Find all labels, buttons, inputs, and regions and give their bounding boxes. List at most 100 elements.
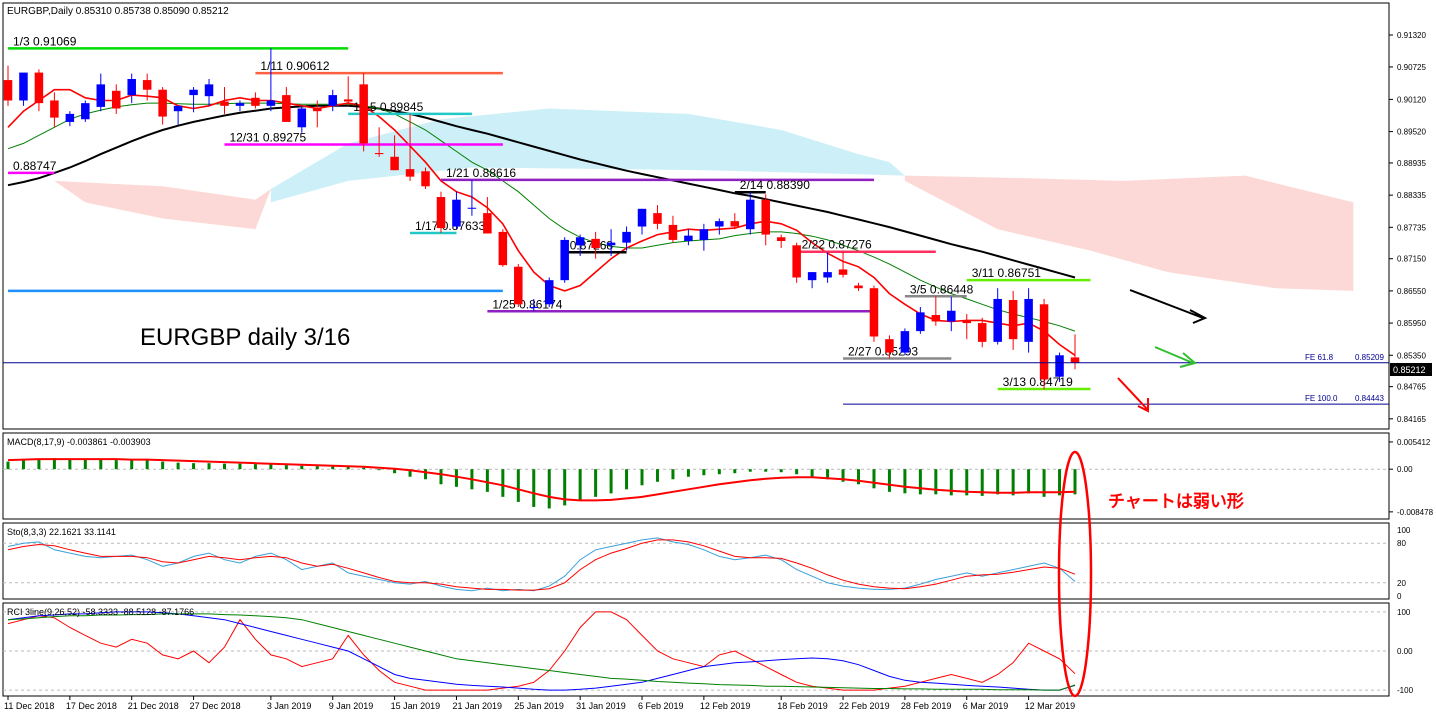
x-tick-label: 18 Feb 2019 — [777, 701, 828, 711]
candle-body — [699, 229, 709, 240]
candle-body — [916, 312, 925, 332]
candle-body — [885, 339, 894, 353]
candle-body — [483, 213, 492, 234]
candle-body — [684, 235, 693, 242]
candle-body — [374, 153, 384, 155]
y-tick-label: 0.89520 — [1397, 128, 1426, 137]
candle-body — [993, 298, 1002, 342]
candle-body — [962, 320, 972, 324]
candle-body — [1039, 304, 1049, 380]
fib-label: FE 100.0 — [1305, 394, 1338, 403]
candle-body — [204, 84, 214, 97]
rci-y-tick-label: 0.00 — [1397, 647, 1413, 656]
main-header: EURGBP,Daily 0.85310 0.85738 0.85090 0.8… — [7, 6, 229, 17]
y-tick-label: 0.86550 — [1397, 287, 1426, 296]
sto-y-tick-label: 20 — [1397, 579, 1406, 588]
candle-body — [931, 315, 941, 322]
y-tick-label: 0.90120 — [1397, 95, 1426, 104]
x-tick-label: 12 Feb 2019 — [700, 701, 751, 711]
candle-body — [544, 280, 554, 305]
y-tick-label: 0.84165 — [1397, 415, 1426, 424]
candle-body — [715, 221, 724, 227]
x-tick-label: 12 Mar 2019 — [1025, 701, 1076, 711]
annotation-label: 3/13 0.84719 — [1003, 375, 1073, 389]
candle-body — [297, 108, 307, 128]
fib-label: FE 61.8 — [1305, 353, 1334, 362]
annotation-label: 12/31 0.89275 — [229, 130, 306, 144]
candle-body — [3, 80, 13, 101]
x-tick-label: 6 Feb 2019 — [638, 701, 684, 711]
x-tick-label: 22 Feb 2019 — [839, 701, 890, 711]
macd-note: チャートは弱い形 — [1108, 491, 1244, 511]
macd-header: MACD(8,17,9) -0.003861 -0.003903 — [7, 437, 151, 447]
candle-body — [359, 84, 368, 144]
candle-body — [498, 231, 508, 266]
candle-body — [142, 80, 152, 90]
annotation-label: 2/22 0.87276 — [802, 238, 872, 252]
macd-y-tick-label: 0.00 — [1397, 465, 1413, 474]
sto-y-tick-label: 0 — [1397, 592, 1402, 601]
candle-body — [421, 171, 430, 187]
x-axis: 11 Dec 2018 17 Dec 2018 21 Dec 2018 27 Dec … — [4, 696, 1075, 711]
rci-header: RCI 3line(9,26,52) -58.3333 -88.5128 -87… — [7, 607, 194, 617]
candle-body — [730, 221, 740, 227]
rci-y-tick-label: 100 — [1397, 608, 1411, 617]
candle-body — [854, 285, 863, 289]
annotation-label: 1/21 0.88616 — [446, 166, 516, 180]
x-tick-label: 27 Dec 2018 — [190, 701, 241, 711]
candle-body — [328, 95, 337, 106]
annotation-label: 3/5 0.86448 — [910, 282, 974, 296]
candle-body — [343, 99, 353, 102]
y-tick-label: 0.87150 — [1397, 255, 1426, 264]
candle-body — [313, 108, 322, 112]
candle-body — [251, 97, 260, 106]
candle-body — [637, 208, 647, 227]
candle-body — [266, 100, 276, 106]
candle-body — [220, 101, 229, 106]
fib-value: 0.84443 — [1355, 394, 1384, 403]
x-tick-label: 21 Dec 2018 — [128, 701, 179, 711]
current-price-tag: 0.85212 — [1393, 365, 1426, 375]
rci-y-tick-label: -100 — [1397, 686, 1414, 695]
x-tick-label: 9 Jan 2019 — [329, 701, 374, 711]
y-tick-label: 0.90725 — [1397, 63, 1426, 72]
x-tick-label: 6 Mar 2019 — [963, 701, 1009, 711]
candle-body — [158, 89, 167, 117]
stochastic-header: Sto(8,3,3) 22.1621 33.1141 — [7, 527, 116, 537]
annotation-label: 0.88747 — [13, 159, 57, 173]
sto-y-tick-label: 100 — [1397, 526, 1411, 535]
candle-body — [900, 331, 910, 353]
candle-body — [668, 224, 678, 240]
candle-body — [96, 84, 106, 107]
candle-body — [653, 213, 662, 224]
candle-body — [436, 197, 446, 229]
x-tick-label: 25 Jan 2019 — [514, 701, 564, 711]
x-tick-label: 17 Dec 2018 — [66, 701, 117, 711]
y-tick-label: 0.88935 — [1397, 159, 1426, 168]
candle-body — [560, 239, 569, 281]
x-tick-label: 3 Jan 2019 — [267, 701, 312, 711]
candle-body — [807, 272, 817, 281]
candle-body — [189, 89, 198, 96]
y-tick-label: 0.84765 — [1397, 383, 1426, 392]
candle-body — [111, 90, 121, 109]
candle-body — [776, 237, 786, 242]
y-tick-label: 0.91320 — [1397, 31, 1426, 40]
x-tick-label: 31 Jan 2019 — [576, 701, 626, 711]
candle-body — [606, 242, 616, 246]
x-tick-label: 28 Feb 2019 — [901, 701, 952, 711]
candle-body — [127, 79, 136, 96]
candle-body — [1055, 355, 1064, 377]
candle-body — [591, 238, 600, 248]
candle-body — [1008, 300, 1018, 340]
annotation-label: 1/3 0.91069 — [13, 34, 77, 48]
y-tick-label: 0.88335 — [1397, 191, 1426, 200]
candle-body — [575, 237, 585, 246]
candle-body — [746, 199, 755, 230]
candle-body — [977, 323, 987, 342]
candle-body — [390, 156, 399, 171]
annotation-label: 2/14 0.88390 — [740, 178, 810, 192]
candle-body — [1024, 298, 1033, 342]
candle-body — [34, 72, 44, 104]
candle-body — [529, 306, 539, 308]
